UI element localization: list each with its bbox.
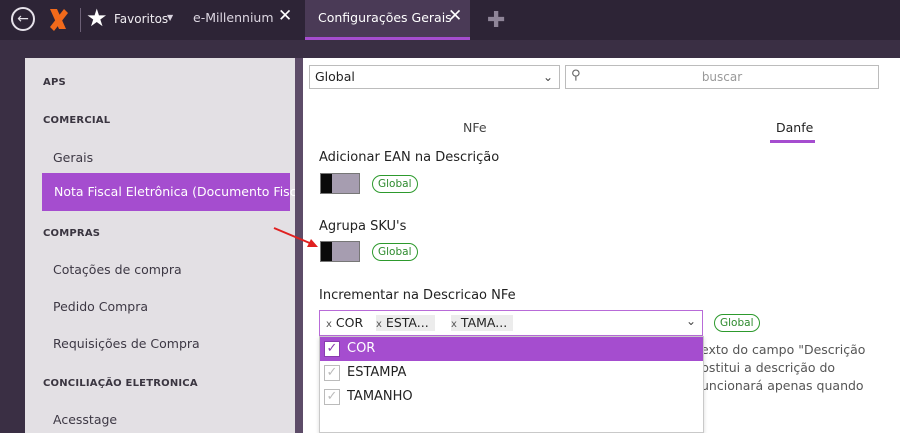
sidebar-section-aps[interactable]: APS — [43, 77, 66, 88]
global-badge: Global — [714, 314, 760, 332]
sidebar-item-requisicoes[interactable]: Requisições de Compra — [53, 336, 200, 351]
chip-estampa[interactable]: x ESTA... — [376, 315, 435, 331]
remove-icon[interactable]: x — [451, 319, 457, 330]
remove-icon[interactable]: x — [376, 319, 382, 330]
close-icon[interactable]: ✕ — [278, 6, 292, 26]
global-badge: Global — [372, 243, 418, 261]
chip-label: ESTA... — [385, 315, 429, 330]
tab-label: Configurações Gerais — [318, 10, 452, 25]
tab-configuracoes-gerais[interactable]: Configurações Gerais ✕ — [305, 0, 470, 40]
checkbox-checked-icon[interactable]: ✓ — [324, 389, 340, 405]
chevron-down-icon[interactable]: ⌄ — [686, 314, 696, 328]
chip-label: COR — [335, 315, 364, 330]
sidebar: APS COMERCIAL Gerais Nota Fiscal Eletrôn… — [25, 58, 313, 433]
scope-select[interactable]: Global ⌄ — [309, 65, 560, 89]
increment-multiselect[interactable]: x COR x ESTA... x TAMA... ⌄ — [319, 310, 703, 336]
option-label: TAMANHO — [347, 389, 413, 404]
top-bar: ← ★ Favoritos ▼ e-Millennium ✕ Configura… — [0, 0, 900, 40]
sidebar-section-compras[interactable]: COMPRAS — [43, 228, 100, 239]
sidebar-section-comercial[interactable]: COMERCIAL — [43, 115, 110, 126]
annotation-arrow-icon — [273, 227, 318, 247]
option-tamanho[interactable]: ✓ TAMANHO — [320, 385, 703, 409]
close-icon[interactable]: ✕ — [448, 6, 462, 26]
increment-dropdown-list: ✓ COR ✓ ESTAMPA ✓ TAMANHO — [319, 336, 704, 433]
back-arrow-icon[interactable]: ← — [11, 7, 35, 31]
main-panel: Global ⌄ ⚲ buscar NFe Danfe Adicionar EA… — [303, 58, 900, 433]
global-badge: Global — [372, 175, 418, 193]
description-text: bstitui a descrição do — [701, 360, 836, 375]
option-label: COR — [347, 341, 376, 356]
option-estampa[interactable]: ✓ ESTAMPA — [320, 361, 703, 385]
logo-icon[interactable] — [46, 7, 70, 33]
toggle-ean[interactable] — [320, 173, 360, 194]
tab-e-millennium[interactable]: e-Millennium — [193, 10, 274, 25]
tab-danfe[interactable]: Danfe — [776, 120, 813, 135]
chevron-down-icon: ⌄ — [542, 70, 553, 84]
add-tab-icon[interactable]: ✚ — [487, 10, 505, 32]
chip-cor[interactable]: x COR — [326, 315, 363, 331]
search-placeholder: buscar — [701, 70, 743, 84]
toggle-knob — [321, 174, 332, 193]
active-tab-indicator — [770, 140, 815, 143]
star-icon[interactable]: ★ — [86, 5, 108, 31]
sidebar-item-gerais[interactable]: Gerais — [53, 150, 93, 165]
toggle-agrupa-sku[interactable] — [320, 241, 360, 262]
separator — [80, 8, 81, 32]
chevron-down-icon[interactable]: ▼ — [167, 13, 173, 22]
chip-tamanho[interactable]: x TAMA... — [451, 315, 514, 331]
setting-label-ean: Adicionar EAN na Descrição — [319, 150, 500, 165]
sidebar-item-pedido-compra[interactable]: Pedido Compra — [53, 299, 148, 314]
option-label: ESTAMPA — [347, 365, 407, 380]
chip-label: TAMA... — [460, 315, 508, 330]
scope-select-value: Global — [315, 69, 355, 84]
sidebar-item-nota-fiscal[interactable]: Nota Fiscal Eletrônica (Documento Fiscal… — [42, 173, 313, 211]
remove-icon[interactable]: x — [326, 319, 332, 330]
option-cor[interactable]: ✓ COR — [320, 337, 703, 361]
sidebar-item-acesstage[interactable]: Acesstage — [53, 412, 117, 427]
toggle-knob — [321, 242, 332, 261]
setting-label-incrementar: Incrementar na Descricao NFe — [319, 288, 516, 303]
checkbox-checked-icon[interactable]: ✓ — [324, 365, 340, 381]
checkbox-checked-icon[interactable]: ✓ — [324, 341, 340, 357]
search-input[interactable]: ⚲ buscar — [565, 65, 879, 89]
description-text: exto do campo "Descrição — [701, 342, 866, 357]
setting-label-agrupa-sku: Agrupa SKU's — [319, 219, 407, 234]
tab-nfe[interactable]: NFe — [463, 120, 487, 135]
favorites-menu[interactable]: Favoritos — [114, 12, 168, 26]
sidebar-item-cotacoes[interactable]: Cotações de compra — [53, 262, 182, 277]
description-text: uncionará apenas quando — [701, 378, 864, 393]
sidebar-section-conciliacao[interactable]: CONCILIAÇÃO ELETRONICA — [43, 378, 198, 389]
